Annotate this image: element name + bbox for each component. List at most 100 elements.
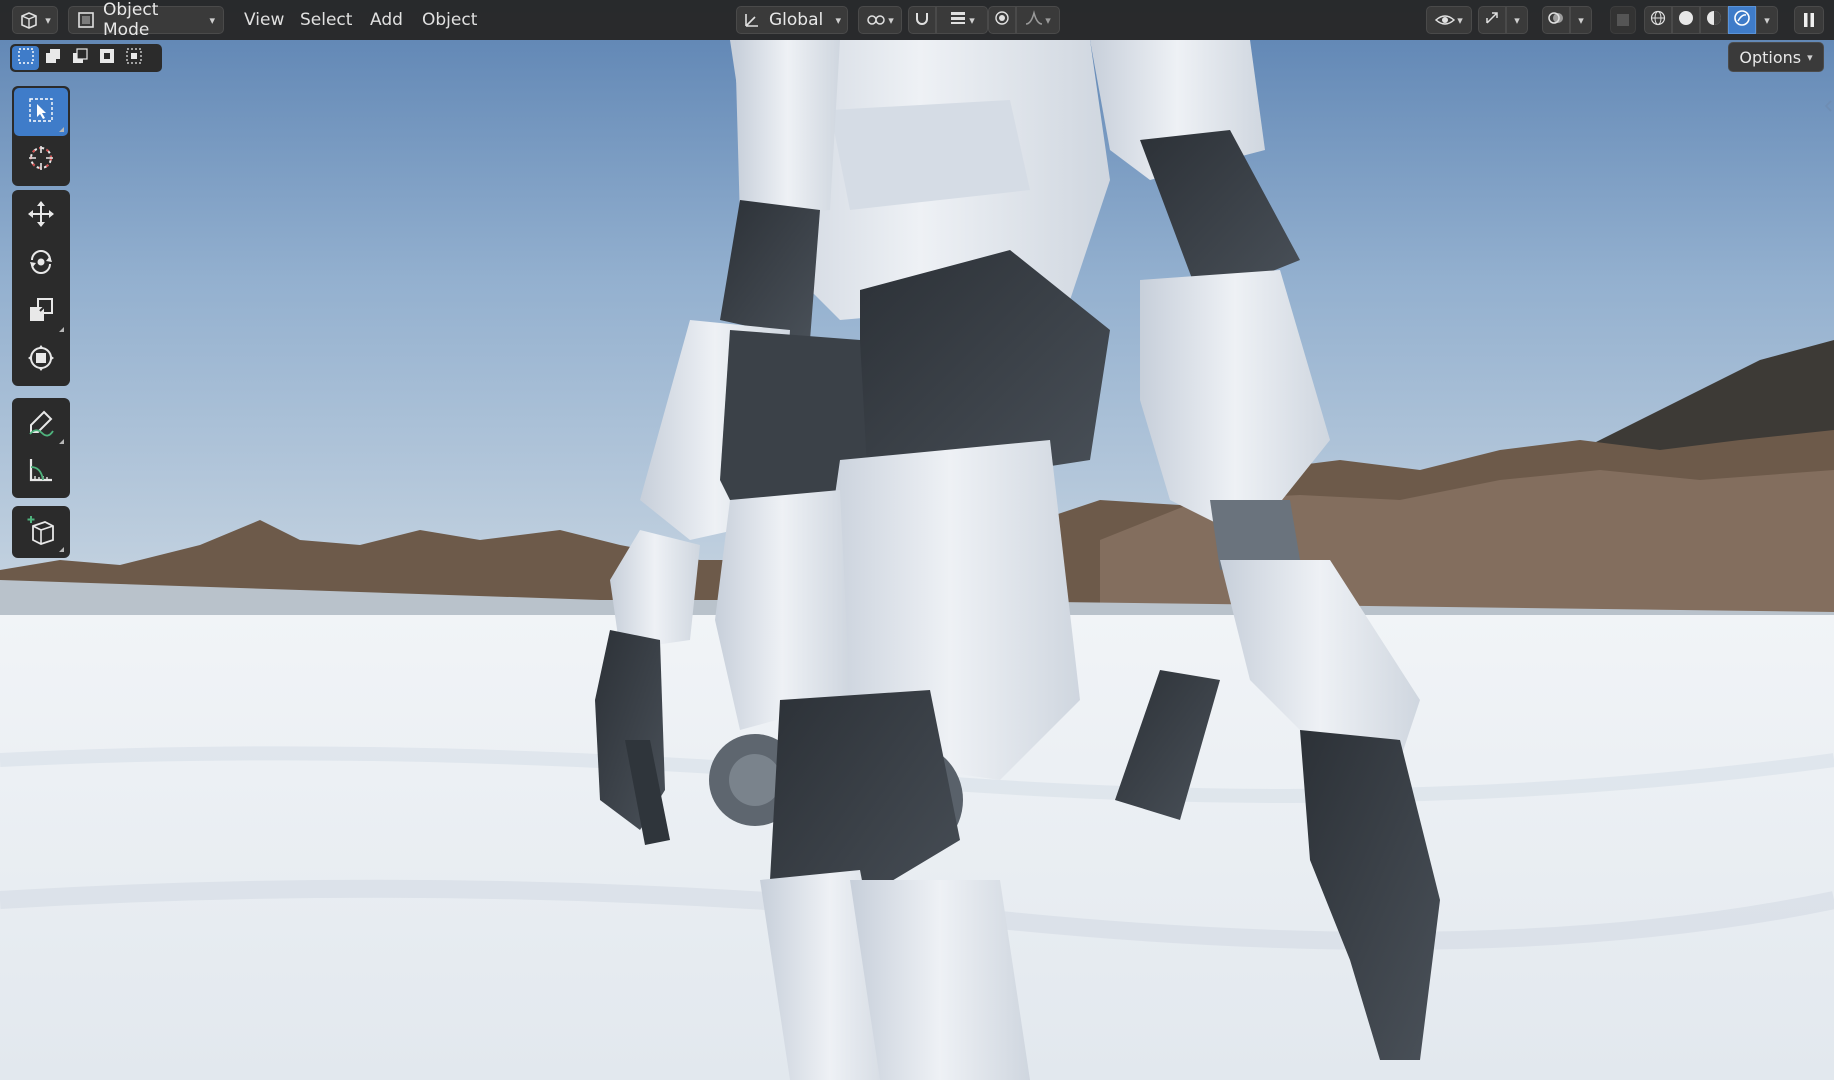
3d-viewport[interactable]: ▾ Object Mode ▾ View Select Add Object G… [0, 0, 1834, 1080]
snap-magnet-icon [914, 10, 930, 31]
falloff-curve-icon [1025, 9, 1043, 31]
menu-add[interactable]: Add [362, 6, 411, 34]
gizmo-controls: ▾ [1478, 6, 1528, 34]
orientation-global-icon [743, 11, 761, 29]
select-new-icon [17, 47, 35, 70]
toolbar-group-select [12, 86, 70, 186]
tool-variants-indicator [59, 127, 64, 132]
proportional-editing-controls: ▾ [988, 6, 1060, 34]
menu-select[interactable]: Select [292, 6, 360, 34]
chevron-down-icon: ▾ [1807, 50, 1813, 64]
select-intersect-button[interactable] [120, 46, 147, 70]
overlay-controls: ▾ [1542, 6, 1592, 34]
menu-object[interactable]: Object [414, 6, 485, 34]
chevron-down-icon: ▾ [969, 13, 975, 27]
proportional-editing-toggle[interactable] [988, 6, 1016, 34]
orientation-label: Global [769, 10, 824, 30]
pause-icon [1802, 12, 1816, 28]
chevron-left-icon [1822, 99, 1834, 119]
annotate-icon [26, 407, 56, 442]
tool-measure[interactable] [14, 448, 68, 496]
tool-variants-indicator [59, 547, 64, 552]
shading-material-button[interactable] [1700, 6, 1728, 34]
scale-icon [26, 295, 56, 330]
xray-icon [1616, 13, 1630, 27]
options-dropdown[interactable]: Options ▾ [1728, 42, 1824, 72]
tool-rotate[interactable] [14, 240, 68, 288]
shading-rendered-button[interactable] [1728, 6, 1756, 34]
select-new-button[interactable] [12, 46, 39, 70]
chevron-down-icon: ▾ [1764, 13, 1770, 27]
falloff-dropdown[interactable]: ▾ [1016, 6, 1060, 34]
move-icon [26, 199, 56, 234]
cursor-icon [26, 143, 56, 178]
tool-transform[interactable] [14, 336, 68, 384]
gizmo-dropdown[interactable]: ▾ [1506, 6, 1528, 34]
overlay-dropdown[interactable]: ▾ [1570, 6, 1592, 34]
object-mode-icon [77, 11, 95, 29]
select-subtract-button[interactable] [66, 46, 93, 70]
shading-dropdown[interactable]: ▾ [1756, 6, 1778, 34]
mode-label: Object Mode [103, 0, 159, 40]
chevron-down-icon: ▾ [835, 13, 841, 27]
tool-select-box[interactable] [14, 88, 68, 136]
rendered-scene [0, 0, 1834, 1080]
shading-solid-button[interactable] [1672, 6, 1700, 34]
select-extend-icon [44, 47, 62, 70]
tool-add-cube[interactable] [14, 508, 68, 556]
material-sphere-icon [1706, 10, 1722, 31]
3d-viewport-icon [19, 11, 39, 29]
shading-wireframe-button[interactable] [1644, 6, 1672, 34]
shading-modes: ▾ [1644, 6, 1778, 34]
visibility-dropdown[interactable]: ▾ [1426, 6, 1472, 34]
toolbar-group-add [12, 506, 70, 558]
select-box-icon [27, 96, 55, 129]
chevron-down-icon: ▾ [1514, 13, 1520, 27]
gizmo-icon [1484, 10, 1500, 31]
snap-increment-icon [949, 10, 967, 31]
chevron-down-icon: ▾ [1578, 13, 1584, 27]
menu-view[interactable]: View [236, 6, 292, 34]
options-label: Options [1739, 47, 1802, 67]
chevron-down-icon: ▾ [1457, 13, 1463, 27]
gizmo-toggle[interactable] [1478, 6, 1506, 34]
select-extend-button[interactable] [39, 46, 66, 70]
viewport-header: ▾ Object Mode ▾ View Select Add Object G… [0, 0, 1834, 40]
select-invert-icon [98, 47, 116, 70]
pivot-point-icon [866, 12, 886, 28]
chevron-down-icon: ▾ [45, 13, 51, 27]
select-subtract-icon [71, 47, 89, 70]
toolbar-group-transform [12, 190, 70, 386]
transform-orientation-dropdown[interactable]: Global ▾ [736, 6, 848, 34]
add-cube-icon [25, 514, 57, 551]
tool-annotate[interactable] [14, 400, 68, 448]
mode-dropdown[interactable]: Object Mode ▾ [68, 0, 224, 40]
pause-render-button[interactable] [1794, 6, 1824, 34]
tool-variants-indicator [59, 439, 64, 444]
transform-icon [26, 343, 56, 378]
xray-toggle[interactable] [1610, 6, 1636, 34]
wireframe-sphere-icon [1650, 10, 1666, 31]
toolbar-group-annotate [12, 398, 70, 498]
tool-variants-indicator [59, 327, 64, 332]
proportional-editing-icon [994, 10, 1010, 31]
sidebar-expand-arrow[interactable] [1822, 98, 1834, 114]
rotate-icon [26, 247, 56, 282]
pivot-point-dropdown[interactable]: ▾ [858, 6, 902, 34]
chevron-down-icon: ▾ [209, 13, 215, 27]
chevron-down-icon: ▾ [888, 13, 894, 27]
overlay-icon [1547, 9, 1565, 32]
tool-move[interactable] [14, 192, 68, 240]
select-invert-button[interactable] [93, 46, 120, 70]
chevron-down-icon: ▾ [1045, 13, 1051, 27]
rendered-sphere-icon [1734, 9, 1750, 31]
eye-icon [1435, 12, 1456, 28]
tool-cursor[interactable] [14, 136, 68, 184]
tool-scale[interactable] [14, 288, 68, 336]
snap-toggle[interactable] [908, 6, 936, 34]
measure-icon [26, 455, 56, 490]
editor-type-button[interactable]: ▾ [12, 6, 58, 34]
selection-mode-buttons [10, 44, 162, 72]
snap-target-dropdown[interactable]: ▾ [936, 6, 988, 34]
overlay-toggle[interactable] [1542, 6, 1570, 34]
